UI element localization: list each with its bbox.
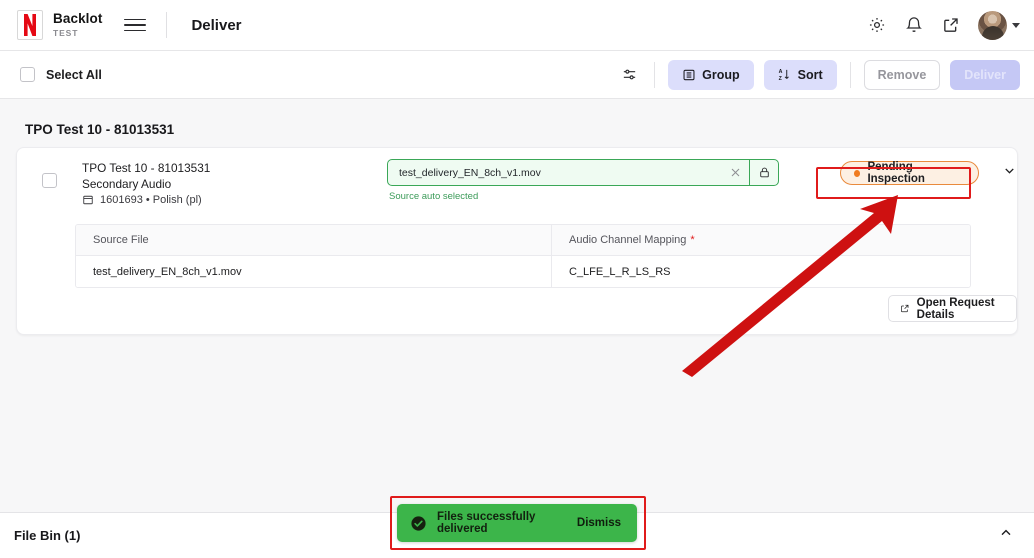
table-row: test_delivery_EN_8ch_v1.mov C_LFE_L_R_LS…: [76, 256, 970, 287]
close-icon[interactable]: [723, 166, 749, 179]
cell-audio-channel-mapping[interactable]: C_LFE_L_R_LS_RS: [552, 256, 970, 287]
item-titles: TPO Test 10 - 81013531 Secondary Audio 1…: [82, 160, 210, 206]
status-badge[interactable]: Pending Inspection: [840, 161, 979, 185]
lock-icon[interactable]: [750, 166, 778, 179]
page-title: Deliver: [191, 16, 242, 34]
deliver-button-label: Deliver: [964, 67, 1006, 82]
channel-mapping-table: Source File Audio Channel Mapping * test…: [75, 224, 971, 288]
brand-text: Backlot TEST: [53, 12, 102, 37]
brand-environment-label: TEST: [53, 27, 79, 38]
top-navigation-bar: Backlot TEST Deliver: [0, 0, 1034, 51]
group-title: TPO Test 10 - 81013531: [25, 122, 175, 137]
sort-button-label: Sort: [797, 67, 823, 82]
external-link-icon[interactable]: [941, 15, 961, 35]
required-marker: *: [690, 234, 695, 246]
action-toolbar: Select All Group A Z Sort Remove Deliver: [0, 51, 1034, 99]
sort-az-icon: A Z: [778, 69, 789, 82]
select-all-checkbox[interactable]: [20, 67, 35, 82]
brand-logo[interactable]: Backlot TEST: [17, 10, 102, 40]
open-request-details-label: Open Request Details: [916, 296, 995, 321]
top-bar-actions: [867, 10, 1020, 40]
check-circle-icon: [410, 515, 427, 532]
status-dot-icon: [854, 169, 861, 177]
divider: [166, 12, 168, 38]
status-area: Pending Inspection: [840, 161, 1017, 185]
file-bin-title: File Bin (1): [14, 528, 81, 543]
toolbar-actions: Group A Z Sort Remove Deliver: [617, 59, 1020, 90]
status-badge-label: Pending Inspection: [867, 161, 925, 185]
avatar[interactable]: [978, 10, 1007, 40]
select-all-label: Select All: [46, 67, 102, 82]
chevron-down-icon[interactable]: [1012, 22, 1020, 28]
item-meta: 1601693 • Polish (pl): [82, 194, 210, 206]
svg-text:A: A: [778, 69, 782, 75]
group-button-label: Group: [702, 67, 740, 82]
column-header-label: Audio Channel Mapping: [569, 234, 687, 246]
success-toast: Files successfully delivered Dismiss: [397, 504, 637, 542]
toast-dismiss-button[interactable]: Dismiss: [577, 517, 621, 529]
remove-button[interactable]: Remove: [863, 59, 941, 90]
netflix-logo-icon: [17, 10, 43, 40]
group-icon: [683, 69, 695, 80]
brand-name: Backlot: [53, 11, 103, 27]
media-box-icon: [83, 195, 93, 205]
item-header-row: TPO Test 10 - 81013531 Secondary Audio 1…: [17, 148, 1017, 212]
item-select-checkbox[interactable]: [42, 173, 57, 188]
svg-text:Z: Z: [778, 76, 782, 82]
toast-message: Files successfully delivered: [437, 511, 536, 535]
filter-settings-icon[interactable]: [617, 63, 641, 87]
chevron-up-icon[interactable]: [998, 525, 1014, 546]
divider: [654, 61, 656, 88]
delivery-item-card: TPO Test 10 - 81013531 Secondary Audio 1…: [16, 147, 1018, 335]
source-file-input[interactable]: test_delivery_EN_8ch_v1.mov: [387, 159, 779, 186]
table-header-row: Source File Audio Channel Mapping *: [76, 225, 970, 256]
cell-source-file: test_delivery_EN_8ch_v1.mov: [76, 256, 552, 287]
deliver-button: Deliver: [950, 59, 1020, 90]
source-helper-text: Source auto selected: [389, 191, 479, 202]
hamburger-icon[interactable]: [124, 14, 147, 36]
open-request-details-button[interactable]: Open Request Details: [888, 295, 1017, 322]
gear-icon[interactable]: [867, 15, 887, 35]
sort-button[interactable]: A Z Sort: [763, 59, 837, 90]
remove-button-label: Remove: [877, 67, 927, 82]
item-title: TPO Test 10 - 81013531: [82, 161, 211, 175]
expand-row-chevron-down-icon[interactable]: [1002, 163, 1017, 183]
item-subtitle: Secondary Audio: [82, 177, 172, 191]
app-root: Backlot TEST Deliver Select All Group A …: [0, 0, 1034, 558]
column-header-source-file: Source File: [76, 225, 552, 255]
user-menu[interactable]: [978, 10, 1020, 40]
group-button[interactable]: Group: [668, 59, 754, 90]
bell-icon[interactable]: [904, 15, 924, 35]
source-file-value: test_delivery_EN_8ch_v1.mov: [399, 166, 541, 179]
external-link-icon: [901, 304, 909, 313]
column-header-audio-channel-mapping: Audio Channel Mapping *: [552, 225, 970, 255]
item-meta-label: 1601693 • Polish (pl): [100, 194, 202, 206]
divider: [849, 61, 851, 88]
select-all-control[interactable]: Select All: [20, 67, 102, 82]
